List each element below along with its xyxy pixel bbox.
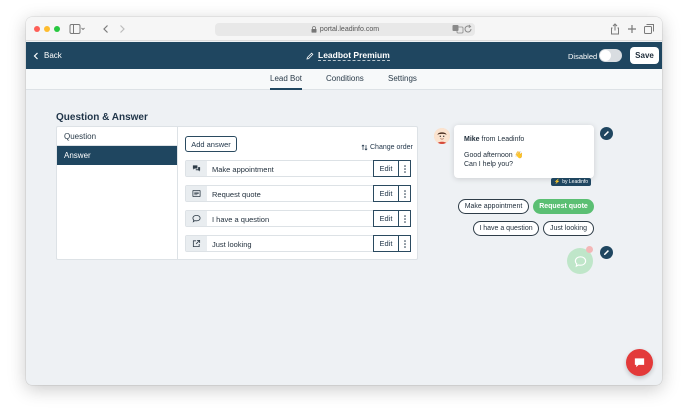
edit-button[interactable]: Edit — [373, 210, 399, 227]
menu-item-answer[interactable]: Answer — [57, 146, 177, 165]
new-tab-icon[interactable] — [626, 23, 638, 35]
chat-bubbles-icon — [186, 161, 207, 176]
share-icon[interactable] — [609, 23, 621, 35]
reload-icon[interactable] — [463, 24, 475, 36]
save-button[interactable]: Save — [630, 47, 659, 64]
greeting-text: Good afternoon 👋 — [464, 152, 524, 159]
toggle-knob — [600, 50, 611, 61]
back-arrow-icon[interactable] — [100, 23, 112, 35]
chevron-left-icon — [33, 52, 38, 59]
help-question-text: Can I help you? — [464, 161, 514, 168]
external-link-icon — [186, 236, 207, 251]
page-title-text: Leadbot Premium — [318, 50, 390, 61]
back-label: Back — [44, 51, 62, 60]
notification-badge — [586, 246, 593, 253]
agent-header: Mike from Leadinfo — [464, 136, 524, 143]
answer-label: I have a question — [212, 215, 270, 224]
change-order-button[interactable]: Change order — [361, 144, 413, 151]
by-leadinfo-text: by Leadinfo — [562, 179, 589, 185]
agent-suffix: from Leadinfo — [481, 136, 525, 143]
back-button[interactable]: Back — [32, 51, 62, 60]
forward-arrow-icon[interactable] — [116, 23, 128, 35]
status-label: Disabled — [568, 52, 598, 61]
pencil-icon — [603, 250, 609, 256]
option-make-appointment[interactable]: Make appointment — [458, 199, 529, 214]
more-options-button[interactable] — [398, 210, 411, 227]
address-bar[interactable]: portal.leadinfo.com — [215, 23, 475, 36]
more-options-button[interactable] — [398, 185, 411, 202]
tab-conditions[interactable]: Conditions — [326, 74, 364, 83]
option-question[interactable]: I have a question — [473, 221, 539, 236]
pencil-icon — [603, 131, 609, 137]
tab-settings[interactable]: Settings — [388, 74, 417, 83]
chat-icon — [574, 255, 586, 267]
vertical-ellipsis-icon — [403, 214, 406, 223]
answer-row: I have a question Edit — [185, 210, 411, 227]
by-leadinfo-badge: ⚡ by Leadinfo — [551, 178, 592, 186]
sidebar-icon[interactable] — [69, 23, 85, 35]
enable-toggle[interactable] — [599, 49, 622, 62]
form-list-icon — [186, 186, 207, 201]
minimize-window-button[interactable] — [44, 26, 50, 32]
answer-row: Make appointment Edit — [185, 160, 411, 177]
sort-icon — [361, 144, 368, 151]
app-header: Back Leadbot Premium Disabled Save — [26, 42, 662, 69]
close-window-button[interactable] — [34, 26, 40, 32]
tab-overview-icon[interactable] — [643, 23, 655, 35]
browser-toolbar: portal.leadinfo.com — [26, 17, 662, 41]
zoom-window-button[interactable] — [54, 26, 60, 32]
tab-lead-bot[interactable]: Lead Bot — [270, 74, 303, 90]
edit-message-button[interactable] — [600, 127, 613, 140]
agent-name: Mike — [464, 136, 480, 143]
chat-message-bubble: Mike from Leadinfo Good afternoon 👋 Can … — [454, 125, 594, 178]
edit-button[interactable]: Edit — [373, 160, 399, 177]
agent-avatar — [434, 128, 450, 144]
more-options-button[interactable] — [398, 235, 411, 252]
section-title: Question & Answer — [56, 112, 148, 123]
lock-icon — [311, 26, 317, 33]
url-text: portal.leadinfo.com — [319, 26, 380, 33]
speech-bubble-icon — [186, 211, 207, 226]
more-options-button[interactable] — [398, 160, 411, 177]
panel-divider — [177, 127, 178, 259]
edit-button[interactable]: Edit — [373, 185, 399, 202]
vertical-ellipsis-icon — [403, 164, 406, 173]
answer-row: Request quote Edit — [185, 185, 411, 202]
option-just-looking[interactable]: Just looking — [543, 221, 594, 236]
browser-window: portal.leadinfo.com Back Leadbot Premium… — [26, 17, 662, 385]
page-title[interactable]: Leadbot Premium — [306, 50, 390, 61]
support-chat-button[interactable] — [626, 349, 653, 376]
answer-label: Make appointment — [212, 165, 274, 174]
vertical-ellipsis-icon — [403, 189, 406, 198]
vertical-ellipsis-icon — [403, 239, 406, 248]
qa-panel: Question Answer Add answer Change order … — [56, 126, 418, 260]
change-order-label: Change order — [370, 144, 413, 151]
answer-row: Just looking Edit — [185, 235, 411, 252]
add-answer-button[interactable]: Add answer — [185, 136, 237, 152]
pencil-icon — [306, 52, 314, 60]
answer-label: Just looking — [212, 240, 252, 249]
edit-launcher-button[interactable] — [600, 246, 613, 259]
edit-button[interactable]: Edit — [373, 235, 399, 252]
menu-item-question[interactable]: Question — [57, 127, 177, 146]
support-chat-icon — [634, 358, 645, 368]
tab-bar: Lead Bot Conditions Settings — [26, 69, 662, 90]
option-request-quote[interactable]: Request quote — [533, 199, 594, 214]
bolt-icon: ⚡ — [554, 179, 561, 185]
answer-label: Request quote — [212, 190, 261, 199]
